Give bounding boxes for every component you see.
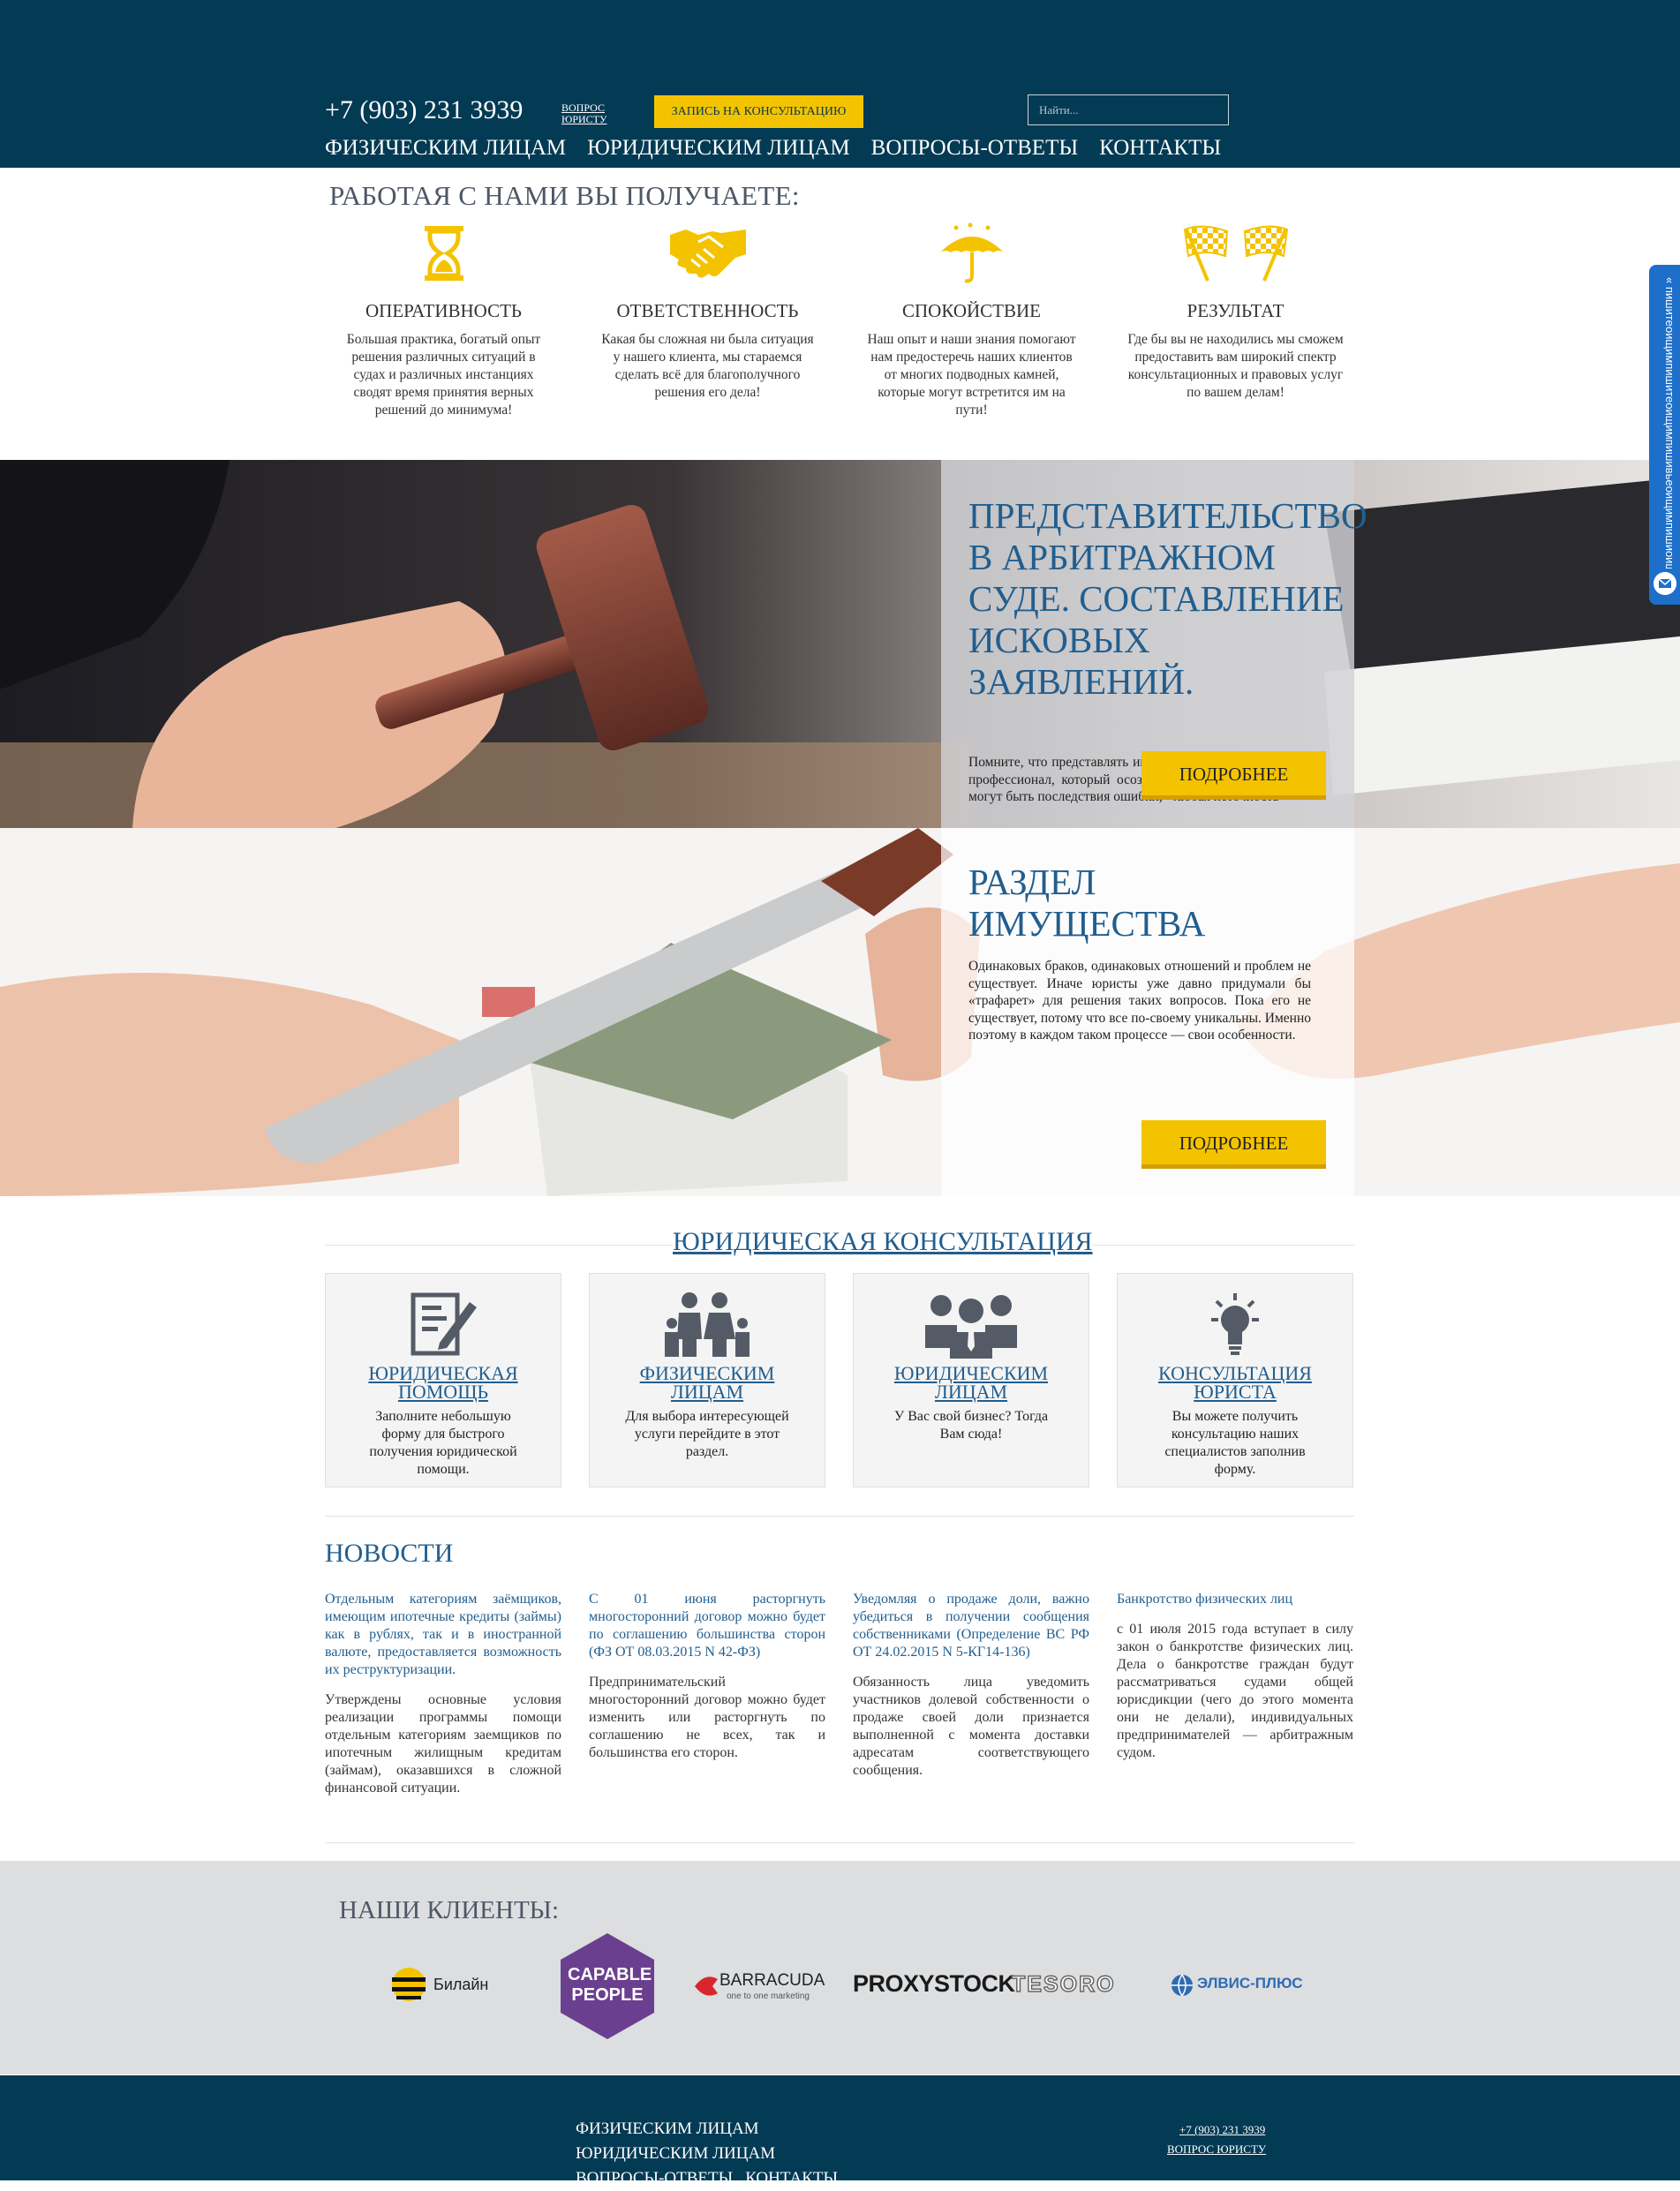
news-item: Отдельным категориям заёмщиков, имеющим …: [325, 1591, 561, 1797]
card-lawyer-consultation[interactable]: КОНСУЛЬТАЦИЯ ЮРИСТА Вы можете получить к…: [1117, 1273, 1353, 1487]
news-title: НОВОСТИ: [325, 1539, 454, 1568]
beeline-mark-icon: [392, 1968, 426, 2001]
feature-text: Наш опыт и наши знания помогают нам пред…: [867, 332, 1076, 418]
footer-ask-lawyer[interactable]: ВОПРОС ЮРИСТУ: [1167, 2142, 1266, 2157]
house-knife-photo: [0, 828, 1680, 1196]
news-body: с 01 июля 2015 года вступает в силу зако…: [1117, 1622, 1353, 1760]
news-body: Предпринимательский многосторонний догов…: [589, 1675, 825, 1760]
footer-nav-faq[interactable]: ВОПРОСЫ-ОТВЕТЫ: [576, 2166, 733, 2191]
news-headline[interactable]: Уведомляя о продаже доли, важно убедитьс…: [853, 1591, 1089, 1661]
card-text: У Вас свой бизнес? Тогда Вам сюда!: [893, 1409, 1049, 1442]
feature-title: ОПЕРАТИВНОСТЬ: [365, 300, 522, 321]
feature-text: Какая бы сложная ни была ситуация у наше…: [601, 332, 814, 400]
card-text: Заполните небольшую форму для быстрого п…: [369, 1409, 517, 1477]
more-button[interactable]: ПОДРОБНЕЕ: [1141, 751, 1326, 800]
hourglass-icon: [424, 226, 463, 281]
news-item: Уведомляя о продаже доли, важно убедитьс…: [853, 1591, 1089, 1780]
family-icon: [665, 1292, 750, 1357]
feature-text: Большая практика, богатый опыт решения р…: [346, 332, 541, 418]
business-team-icon: [925, 1295, 1017, 1359]
barracuda-tagline: one to one marketing: [727, 1991, 810, 2001]
lightbulb-icon: [1211, 1293, 1259, 1355]
divider: [325, 1842, 1354, 1843]
nav-contacts[interactable]: КОНТАКТЫ: [1099, 136, 1221, 161]
handshake-icon: [669, 230, 746, 278]
elvis-plus-text: ЭЛВИС-ПЛЮС: [1197, 1975, 1303, 1991]
consultation-title[interactable]: ЮРИДИЧЕСКАЯ КОНСУЛЬТАЦИЯ: [673, 1227, 1093, 1257]
card-title[interactable]: КОНСУЛЬТАЦИЯ ЮРИСТА: [1130, 1364, 1340, 1402]
card-title[interactable]: ЮРИДИЧЕСКИМ ЛИЦАМ: [866, 1364, 1076, 1402]
news-headline[interactable]: Банкротство физических лиц: [1117, 1591, 1353, 1608]
nav-faq[interactable]: ВОПРОСЫ-ОТВЕТЫ: [871, 136, 1079, 161]
divider: [325, 1516, 1354, 1517]
barracuda-logo-text: BARRACUDA: [719, 1971, 825, 1990]
feedback-tab-label: « пишитеоищимпишитеоищимпишивьеоищимпиши…: [1663, 277, 1676, 568]
news-item: С 01 июня расторгнуть многосторонний дог…: [589, 1591, 825, 1762]
benefits-title: РАБОТАЯ С НАМИ ВЫ ПОЛУЧАЕТЕ:: [329, 180, 800, 211]
banner-panel: РАЗДЕЛ ИМУЩЕСТВА Одинаковых браков, один…: [941, 828, 1354, 1196]
card-legal-entities[interactable]: ЮРИДИЧЕСКИМ ЛИЦАМ У Вас свой бизнес? Тог…: [853, 1273, 1089, 1487]
feature-responsibility: ОТВЕТСТВЕННОСТЬ Какая бы сложная ни была…: [599, 222, 816, 402]
consultation-signup-button[interactable]: ЗАПИСЬ НА КОНСУЛЬТАЦИЮ: [654, 95, 863, 128]
capable-people-text: CAPABLE PEOPLE: [568, 1965, 652, 2005]
main-nav: ФИЗИЧЕСКИМ ЛИЦАМ ЮРИДИЧЕСКИМ ЛИЦАМ ВОПРО…: [325, 136, 1221, 161]
envelope-icon: [1654, 572, 1676, 595]
more-button[interactable]: ПОДРОБНЕЕ: [1141, 1120, 1326, 1169]
barracuda-logo: BARRACUDA one to one marketing: [693, 1969, 843, 2006]
news-headline[interactable]: С 01 июня расторгнуть многосторонний дог…: [589, 1591, 825, 1661]
header-phone[interactable]: +7 (903) 231 3939: [325, 95, 523, 125]
clients-section: [0, 1861, 1680, 2074]
feature-calm: СПОКОЙСТВИЕ Наш опыт и наши знания помог…: [863, 222, 1080, 419]
footer-nav-individuals[interactable]: ФИЗИЧЕСКИМ ЛИЦАМ: [576, 2117, 759, 2142]
footer-nav-legal-entities[interactable]: ЮРИДИЧЕСКИМ ЛИЦАМ: [576, 2142, 775, 2166]
feature-result: РЕЗУЛЬТАТ Где бы вы не находились мы смо…: [1127, 222, 1344, 402]
news-body: Утверждены основные условия реализации п…: [325, 1692, 561, 1796]
elvis-globe-icon: [1171, 1974, 1193, 1997]
news-headline[interactable]: Отдельным категориям заёмщиков, имеющим …: [325, 1591, 561, 1679]
news-item: Банкротство физических лиц с 01 июля 201…: [1117, 1591, 1353, 1762]
footer-nav-contacts[interactable]: КОНТАКТЫ: [745, 2166, 838, 2191]
clients-title: НАШИ КЛИЕНТЫ:: [339, 1896, 560, 1924]
card-title[interactable]: ФИЗИЧЕСКИМ ЛИЦАМ: [602, 1364, 812, 1402]
footer-nav: ФИЗИЧЕСКИМ ЛИЦАМЮРИДИЧЕСКИМ ЛИЦАМ ВОПРОС…: [576, 2117, 982, 2191]
proxystock-logo: PROXYSTOCK: [853, 1970, 1015, 1997]
card-individuals[interactable]: ФИЗИЧЕСКИМ ЛИЦАМ Для выбора интересующей…: [589, 1273, 825, 1487]
ask-lawyer-link[interactable]: ВОПРОС ЮРИСТУ: [561, 102, 614, 125]
feature-title: РЕЗУЛЬТАТ: [1187, 300, 1284, 321]
nav-individuals[interactable]: ФИЗИЧЕСКИМ ЛИЦАМ: [325, 136, 566, 161]
banner-panel: ПРЕДСТАВИТЕЛЬСТВО В АРБИТРАЖНОМ СУДЕ. СО…: [941, 460, 1367, 828]
card-text: Для выбора интересующей услуги перейдите…: [625, 1409, 789, 1459]
card-title[interactable]: ЮРИДИЧЕСКАЯ ПОМОЩЬ: [338, 1364, 548, 1402]
umbrella-icon: [939, 222, 1004, 283]
card-legal-help[interactable]: ЮРИДИЧЕСКАЯ ПОМОЩЬ Заполните небольшую ф…: [325, 1273, 561, 1487]
capable-people-logo: CAPABLE PEOPLE: [561, 1933, 654, 2039]
feature-efficiency: ОПЕРАТИВНОСТЬ Большая практика, богатый …: [335, 222, 552, 419]
checkered-flags-icon: [1183, 225, 1288, 282]
feature-text: Где бы вы не находились мы сможем предос…: [1127, 332, 1344, 400]
banner-text: Одинаковых браков, одинаковых отношений …: [968, 959, 1311, 1043]
nav-legal-entities[interactable]: ЮРИДИЧЕСКИМ ЛИЦАМ: [587, 136, 850, 161]
tesoro-logo: TESORO: [1011, 1971, 1116, 1998]
banner-arbitration: ПРЕДСТАВИТЕЛЬСТВО В АРБИТРАЖНОМ СУДЕ. СО…: [0, 460, 1680, 828]
feature-title: ОТВЕТСТВЕННОСТЬ: [616, 300, 799, 321]
beeline-logo: Билайн: [391, 1967, 515, 2004]
gavel-photo: [0, 460, 1680, 828]
document-pen-icon: [411, 1292, 477, 1356]
elvis-plus-logo: ЭЛВИС-ПЛЮС: [1171, 1972, 1312, 2000]
banner-property-division: РАЗДЕЛ ИМУЩЕСТВА Одинаковых браков, один…: [0, 828, 1680, 1196]
search-input[interactable]: [1028, 94, 1229, 125]
feedback-side-tab[interactable]: « пишитеоищимпишитеоищимпишивьеоищимпиши…: [1649, 265, 1680, 605]
barracuda-fish-icon: [695, 1976, 718, 1996]
news-body: Обязанность лица уведомить участников до…: [853, 1675, 1089, 1778]
banner-title: ПРЕДСТАВИТЕЛЬСТВО В АРБИТРАЖНОМ СУДЕ. СО…: [968, 495, 1367, 702]
feature-title: СПОКОЙСТВИЕ: [902, 300, 1041, 321]
footer-phone[interactable]: +7 (903) 231 3939: [1179, 2123, 1265, 2137]
beeline-logo-text: Билайн: [433, 1976, 489, 1993]
banner-title: РАЗДЕЛ ИМУЩЕСТВА: [968, 862, 1206, 944]
card-text: Вы можете получить консультацию наших сп…: [1164, 1409, 1306, 1477]
